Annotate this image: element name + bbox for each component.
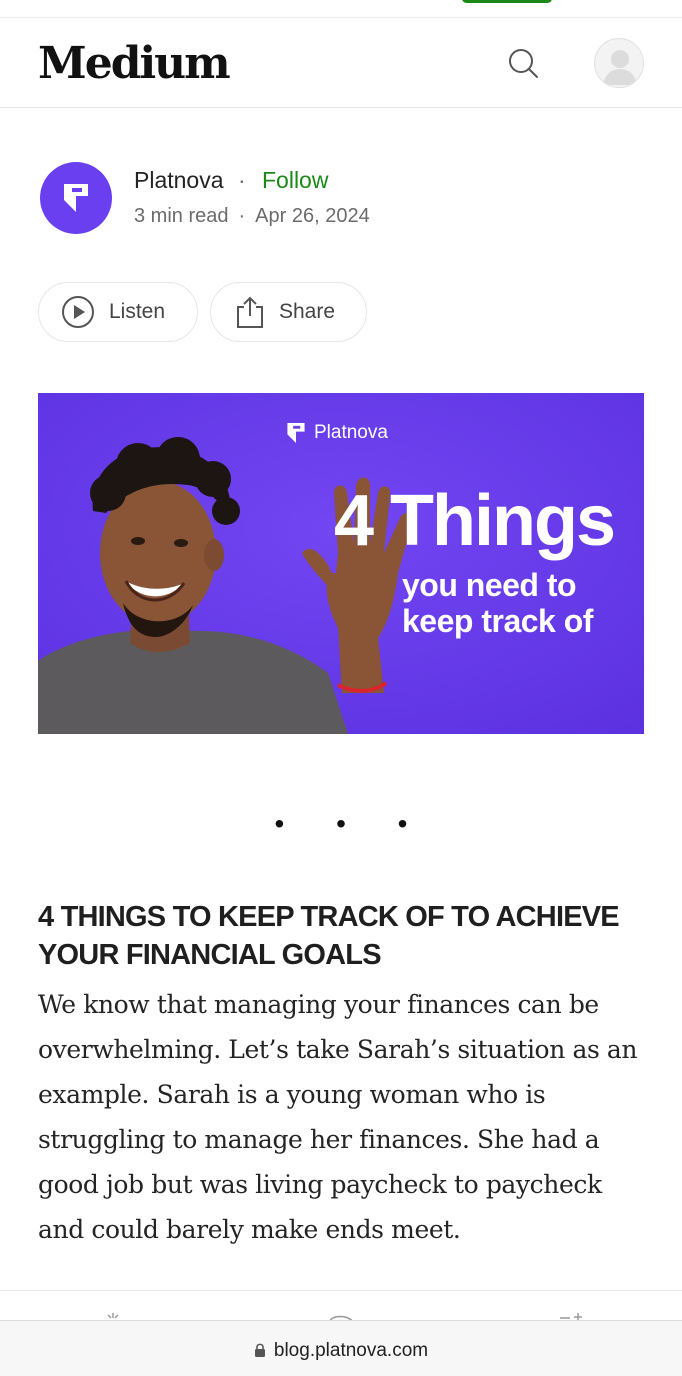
lock-icon [254, 1342, 266, 1364]
bottom-toolbar [0, 1291, 682, 1322]
read-time: 3 min read [134, 205, 229, 227]
browser-url-bar[interactable]: blog.platnova.com [0, 1320, 682, 1376]
hero-subtitle: you need to keep track of [402, 567, 593, 639]
url-text: blog.platnova.com [273, 1340, 429, 1361]
author-block: Platnova · Follow 3 min read · Apr 26, 202… [40, 162, 640, 234]
play-circle-icon [61, 295, 95, 329]
listen-label: Listen [109, 300, 166, 323]
article-paragraph: We know that managing your finances can … [38, 990, 638, 1244]
share-icon [235, 295, 265, 329]
follow-button[interactable]: Follow [262, 167, 328, 194]
share-button[interactable]: Share [210, 282, 367, 342]
share-label: Share [279, 300, 336, 323]
hero-image: Platnova 4 Things you need to keep track… [38, 393, 644, 734]
article-heading: 4 THINGS TO KEEP TRACK OF TO ACHIEVE YOU… [38, 901, 620, 971]
hero-title: 4 Things [334, 481, 616, 561]
hero-subtitle-line-1: you need to [402, 567, 577, 603]
hero-brand-label: Platnova [314, 422, 388, 443]
listen-button[interactable]: Listen [38, 282, 198, 342]
hero-brand: Platnova [286, 421, 388, 445]
hero-subtitle-line-2: keep track of [402, 603, 593, 639]
author-name[interactable]: Platnova [134, 167, 224, 194]
status-indicator [462, 0, 552, 3]
platnova-logo-icon [287, 423, 305, 443]
medium-logo[interactable]: Medium [38, 38, 231, 89]
author-avatar[interactable] [40, 162, 112, 234]
meta-separator: · [238, 205, 246, 227]
article-meta: 3 min read · Apr 26, 2024 [134, 205, 370, 228]
status-strip [0, 0, 682, 18]
user-avatar-icon[interactable] [594, 38, 644, 88]
top-bar: Medium [0, 18, 682, 108]
name-separator: · [238, 167, 246, 193]
section-break: • • • [274, 808, 430, 839]
url-display[interactable]: blog.platnova.com [0, 1340, 682, 1364]
search-icon[interactable] [504, 44, 542, 82]
publish-date: Apr 26, 2024 [255, 205, 370, 227]
